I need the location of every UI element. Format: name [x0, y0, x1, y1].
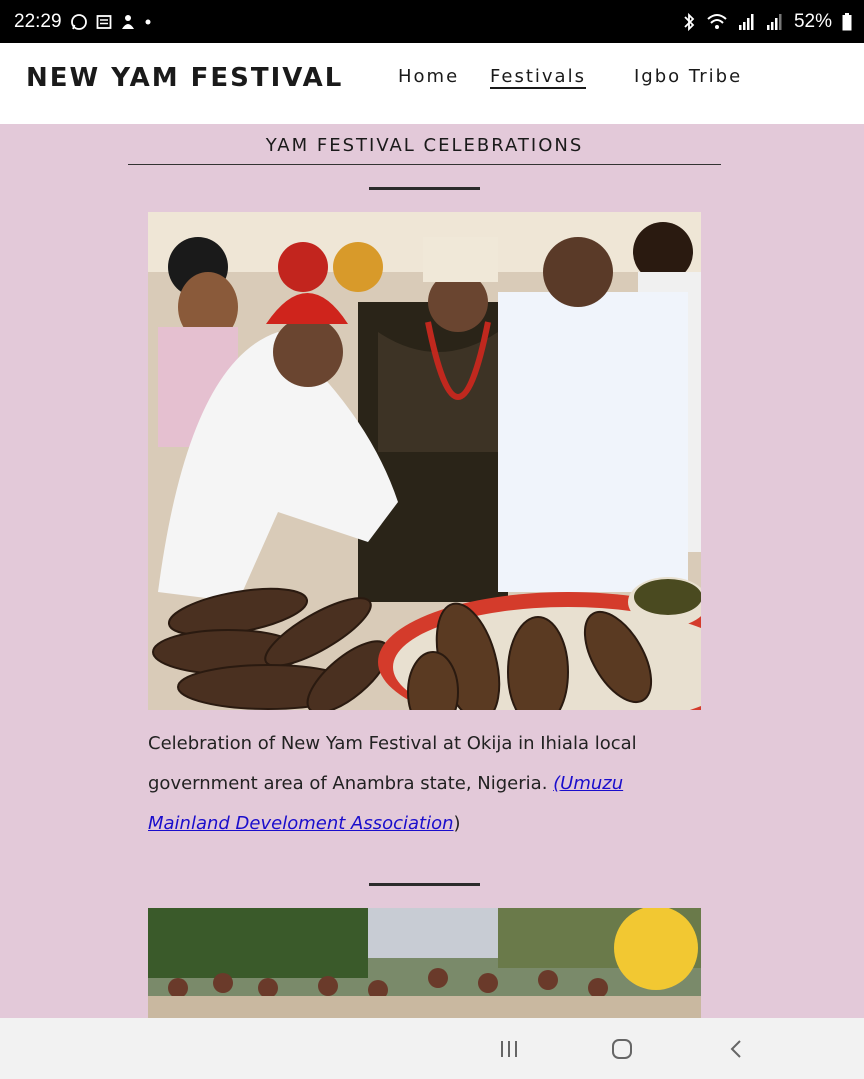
recents-icon[interactable]	[494, 1034, 524, 1064]
divider	[369, 187, 480, 190]
signal-icon	[738, 13, 756, 31]
nav-festivals[interactable]: Festivals	[490, 66, 586, 89]
battery-percent: 52%	[793, 10, 832, 32]
section-title: YAM FESTIVAL CELEBRATIONS	[128, 135, 721, 165]
photo-caption: Celebration of New Yam Festival at Okija…	[148, 724, 708, 844]
status-time: 22:29	[14, 10, 62, 32]
whatsapp-icon	[70, 13, 88, 31]
site-header: NEW YAM FESTIVAL Home Festivals Igbo Tri…	[0, 43, 864, 124]
home-icon[interactable]	[607, 1034, 637, 1064]
nav-home[interactable]: Home	[398, 66, 459, 87]
message-icon	[96, 14, 112, 30]
notification-icon	[120, 13, 136, 31]
signal-icon	[766, 13, 784, 31]
bluetooth-icon	[682, 12, 696, 32]
battery-icon	[842, 12, 852, 31]
back-icon[interactable]	[722, 1034, 752, 1064]
divider	[369, 883, 480, 886]
status-bar: 22:29 52%	[0, 0, 864, 43]
nav-igbo-tribe[interactable]: Igbo Tribe	[634, 66, 742, 87]
system-nav-bar	[0, 1018, 864, 1079]
dot-icon	[144, 18, 152, 26]
festival-photo[interactable]	[148, 212, 701, 710]
wifi-icon	[706, 13, 728, 31]
caption-close-paren: )	[453, 813, 461, 834]
festival-photo-2[interactable]	[148, 908, 701, 1018]
site-title[interactable]: NEW YAM FESTIVAL	[26, 63, 343, 93]
